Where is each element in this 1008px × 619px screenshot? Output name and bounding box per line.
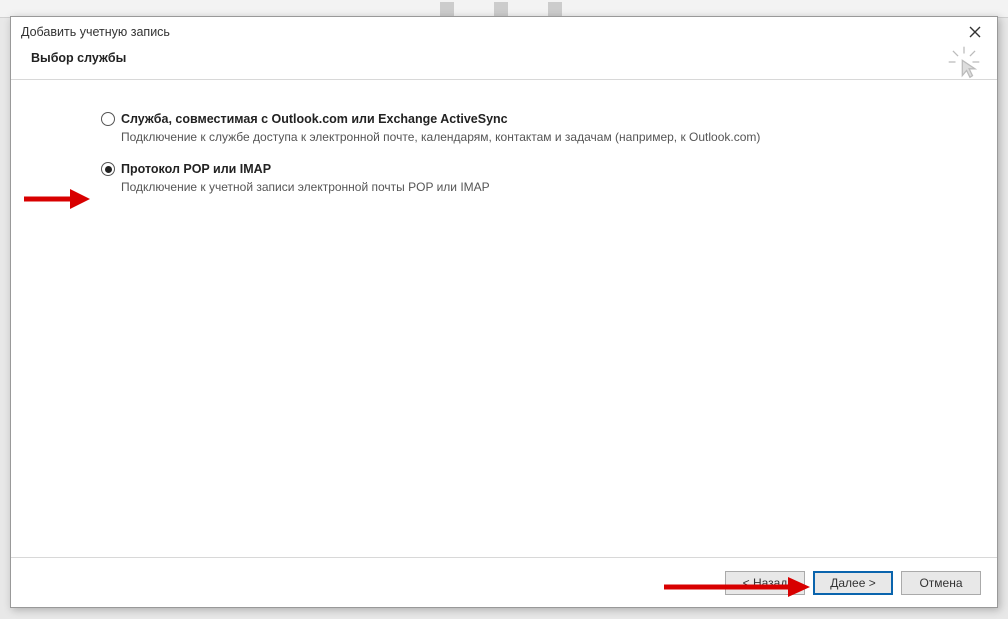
dialog-footer: < Назад Далее > Отмена: [11, 557, 997, 607]
radio-option-pop-imap[interactable]: Протокол POP или IMAP: [101, 162, 937, 176]
back-button[interactable]: < Назад: [725, 571, 805, 595]
option-label: Протокол POP или IMAP: [121, 162, 271, 176]
next-button[interactable]: Далее >: [813, 571, 893, 595]
option-description: Подключение к службе доступа к электронн…: [121, 130, 937, 144]
dialog-subtitle: Выбор службы: [31, 51, 126, 65]
dialog-title: Добавить учетную запись: [21, 25, 961, 39]
dialog-content: Служба, совместимая с Outlook.com или Ex…: [11, 80, 997, 557]
radio-icon: [101, 112, 115, 126]
dialog-titlebar: Добавить учетную запись: [11, 17, 997, 47]
radio-icon: [101, 162, 115, 176]
radio-option-activesync[interactable]: Служба, совместимая с Outlook.com или Ex…: [101, 112, 937, 126]
option-label: Служба, совместимая с Outlook.com или Ex…: [121, 112, 508, 126]
add-account-dialog: Добавить учетную запись Выбор службы Слу…: [10, 16, 998, 608]
dialog-header: Выбор службы: [11, 47, 997, 79]
option-outlook-activesync: Служба, совместимая с Outlook.com или Ex…: [101, 112, 937, 144]
close-icon: [969, 26, 981, 38]
cursor-click-icon: [947, 45, 981, 79]
option-description: Подключение к учетной записи электронной…: [121, 180, 937, 194]
close-button[interactable]: [961, 21, 989, 43]
option-pop-imap: Протокол POP или IMAP Подключение к учет…: [101, 162, 937, 194]
cancel-button[interactable]: Отмена: [901, 571, 981, 595]
